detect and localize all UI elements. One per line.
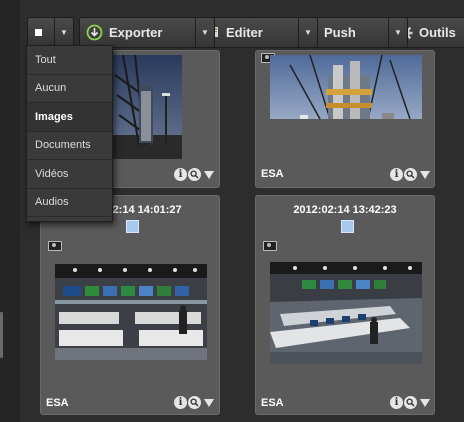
export-button[interactable]: Exporter ▼ [79,17,215,48]
zoom-icon[interactable] [188,168,201,181]
image-type-icon [263,241,277,251]
export-label: Exporter [109,25,163,40]
square-icon [35,29,42,36]
info-icon[interactable]: i [390,168,403,181]
select-menu-button[interactable]: ▼ [27,17,74,48]
menu-item-none[interactable]: Aucun [27,75,112,103]
thumbnail-image[interactable] [270,262,422,364]
export-icon [86,24,103,41]
card-source: ESA [46,397,69,409]
tools-label: Outils [419,25,456,40]
menu-item-images[interactable]: Images [27,103,112,132]
chevron-down-icon[interactable]: ▼ [54,18,73,47]
menu-item-documents[interactable]: Documents [27,132,112,160]
media-card[interactable]: ESA i [255,50,435,188]
zoom-icon[interactable] [404,168,417,181]
info-icon[interactable]: i [174,396,187,409]
push-chevron-down-icon[interactable]: ▼ [388,18,407,47]
image-type-icon [48,241,62,251]
scrollbar-handle[interactable] [0,312,3,358]
thumbnail-image[interactable] [55,264,207,360]
zoom-icon[interactable] [404,396,417,409]
info-icon[interactable]: i [174,168,187,181]
card-actions: i [390,396,430,409]
card-actions: i [174,168,214,181]
export-chevron-down-icon[interactable]: ▼ [195,18,214,47]
filter-dropdown-menu: Tout Aucun Images Documents Vidéos Audio… [26,45,113,222]
media-card[interactable]: 2012:02:14 13:42:23 ESA i [255,195,435,415]
edit-chevron-down-icon[interactable]: ▼ [298,18,317,47]
card-source: ESA [261,397,284,409]
more-options-icon[interactable] [204,398,214,407]
menu-item-videos[interactable]: Vidéos [27,160,112,189]
thumbnail-image[interactable] [270,55,422,133]
zoom-icon[interactable] [188,396,201,409]
media-card[interactable]: 2012:02:14 14:01:27 ESA i [40,195,220,415]
thumbnail-image[interactable] [105,55,182,159]
card-actions: i [174,396,214,409]
menu-item-all[interactable]: Tout [27,46,112,75]
more-options-icon[interactable] [420,398,430,407]
more-options-icon[interactable] [204,170,214,179]
select-checkbox[interactable] [126,220,139,233]
card-actions: i [390,168,430,181]
menu-item-audios[interactable]: Audios [27,189,112,217]
more-options-icon[interactable] [420,170,430,179]
push-label: Push [324,25,356,40]
select-checkbox[interactable] [341,220,354,233]
left-panel [0,0,20,422]
edit-label: Editer [226,25,263,40]
info-icon[interactable]: i [390,396,403,409]
card-source: ESA [261,168,284,180]
card-date: 2012:02:14 13:42:23 [293,204,397,216]
